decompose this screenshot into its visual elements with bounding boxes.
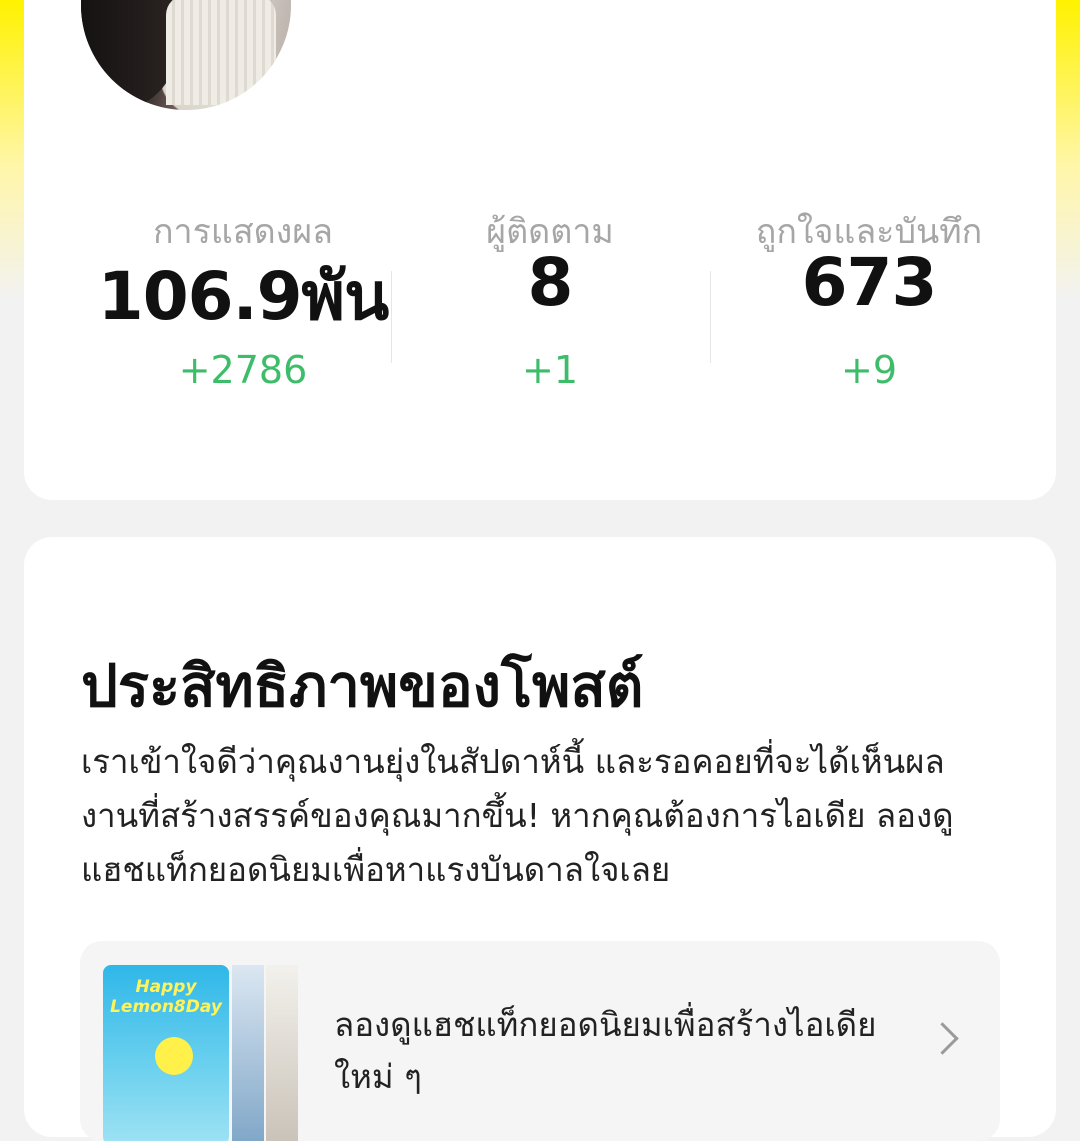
stat-delta: +2786 <box>178 348 308 392</box>
hashtag-thumbnail: Happy Lemon8Day <box>103 965 229 1141</box>
hashtag-card-text: ลองดูแฮชแท็กยอดนิยมเพื่อสร้างไอเดียใหม่ … <box>334 1005 877 1096</box>
hashtag-thumbnail <box>266 965 298 1141</box>
stat-value: 673 <box>801 244 938 321</box>
stat-delta: +9 <box>840 348 898 392</box>
stat-delta: +1 <box>521 348 579 392</box>
stat-value: 8 <box>527 244 574 321</box>
smiley-icon <box>155 1037 193 1075</box>
hashtag-thumbnail <box>232 965 264 1141</box>
trending-hashtags-link[interactable]: Happy Lemon8Day ลองดูแฮชแท็กยอดนิยมเพื่อ… <box>80 941 1000 1141</box>
stat-value: 106.9พัน <box>97 258 389 335</box>
stat-followers[interactable]: ผู้ติดตาม 8 +1 <box>390 0 710 500</box>
stat-impressions[interactable]: การแสดงผล 106.9พัน +2786 <box>83 0 403 500</box>
section-description: เราเข้าใจดีว่าคุณงานยุ่งในสัปดาห์นี้ และ… <box>81 742 954 889</box>
post-performance-card: ประสิทธิภาพของโพสต์ เราเข้าใจดีว่าคุณงาน… <box>24 537 1056 1141</box>
section-title: ประสิทธิภาพของโพสต์ <box>81 652 644 720</box>
chevron-right-icon <box>926 1022 959 1055</box>
profile-stats-card: การแสดงผล 106.9พัน +2786 ผู้ติดตาม 8 +1 … <box>24 0 1056 500</box>
stat-likes-saves[interactable]: ถูกใจและบันทึก 673 +9 <box>709 0 1029 500</box>
